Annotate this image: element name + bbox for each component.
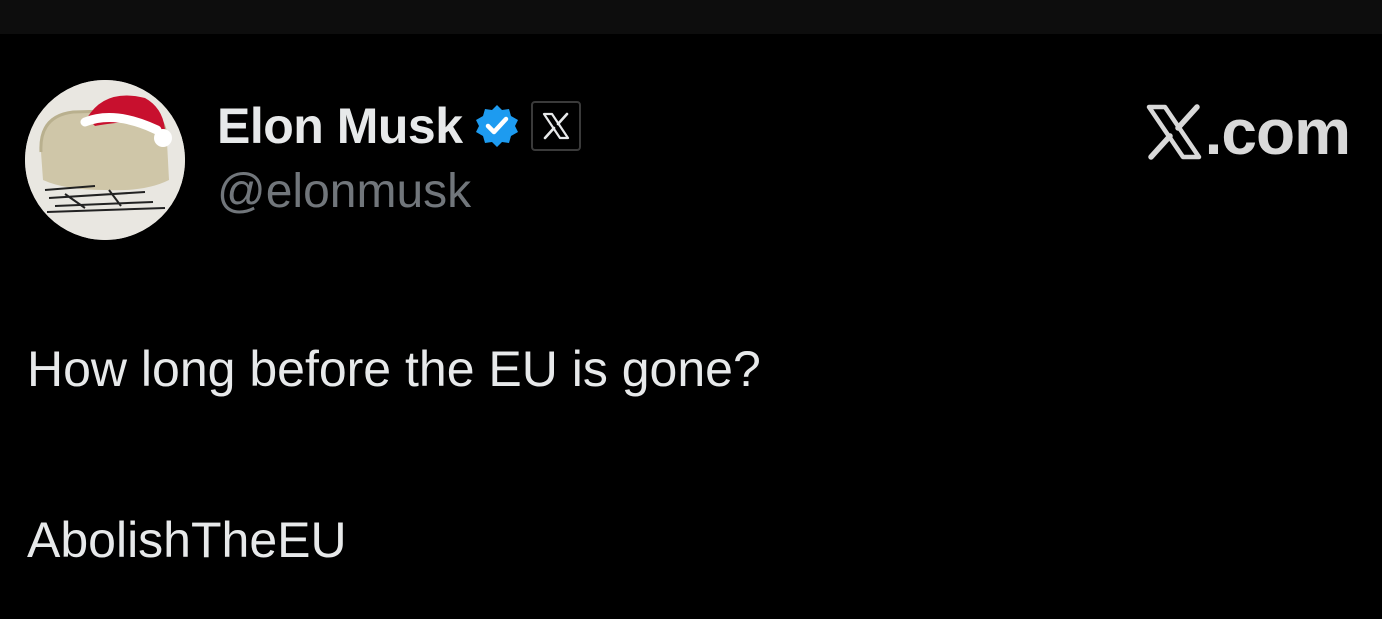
x-com-watermark: .com	[1145, 96, 1351, 168]
top-bar	[0, 0, 1382, 34]
affiliate-badge[interactable]	[530, 101, 581, 151]
tweet-text: How long before the EU is gone?	[27, 341, 761, 397]
avatar-image	[25, 80, 185, 240]
avatar[interactable]	[25, 80, 185, 240]
verified-badge-icon	[475, 105, 518, 147]
author-display-name[interactable]: Elon Musk	[217, 96, 463, 156]
author-handle[interactable]: @elonmusk	[217, 162, 471, 222]
watermark-domain: .com	[1204, 96, 1351, 168]
tweet-hashtag[interactable]: AbolishTheEU	[27, 505, 347, 575]
x-logo-icon	[542, 112, 569, 140]
author-name-row: Elon Musk	[217, 96, 581, 156]
x-logo-icon	[1146, 104, 1201, 160]
